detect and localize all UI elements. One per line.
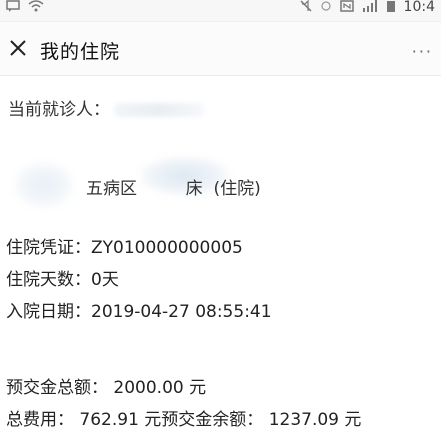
prepay-row: 预交金总额： 2000.00 元 (0, 372, 441, 404)
stay-days-value: 0天 (91, 270, 119, 290)
balance-value: 1237.09 元 (263, 410, 362, 430)
current-patient-row[interactable]: 当前就诊人： (0, 88, 441, 132)
voucher-row: 住院凭证：ZY010000000005 (0, 232, 441, 264)
mute-icon (300, 0, 312, 14)
patient-name-redacted (114, 103, 204, 117)
nav-bar: 我的住院 ··· (0, 22, 441, 76)
wifi-icon (28, 0, 44, 14)
voucher-label: 住院凭证： (6, 238, 91, 258)
battery-icon (386, 0, 396, 14)
prepay-label: 预交金总额： (6, 378, 108, 398)
stay-days-row: 住院天数：0天 (0, 264, 441, 296)
prepay-value: 2000.00 元 (108, 378, 207, 398)
ward-bed-text: 五病区 床 (住院) (86, 179, 261, 199)
admission-date-value: 2019-04-27 08:55:41 (91, 302, 272, 322)
ward-bed-row: 五病区 床 (住院) (0, 150, 441, 220)
voucher-value: ZY010000000005 (91, 238, 243, 258)
alarm-icon (320, 0, 332, 14)
fee-info: 预交金总额： 2000.00 元 总费用： 762.91 元预交金余额： 123… (0, 372, 441, 436)
balance-label: 预交金余额： (161, 410, 264, 430)
stay-days-label: 住院天数： (6, 270, 91, 290)
message-icon (6, 0, 20, 14)
status-left-icons (6, 0, 44, 14)
nfc-icon (339, 0, 354, 14)
status-time: 10:4 (403, 0, 435, 15)
redacted-blur-left (14, 162, 74, 208)
admission-date-label: 入院日期： (6, 302, 91, 322)
close-button[interactable] (6, 36, 30, 60)
total-fee-row: 总费用： 762.91 元预交金余额： 1237.09 元 (0, 404, 441, 436)
admission-date-row: 入院日期：2019-04-27 08:55:41 (0, 296, 441, 328)
status-bar: 10:4 (0, 0, 441, 22)
more-options-button[interactable]: ··· (412, 42, 433, 61)
current-patient-label: 当前就诊人： (8, 100, 110, 120)
admission-info: 住院凭证：ZY010000000005 住院天数：0天 入院日期：2019-04… (0, 232, 441, 328)
status-right-icons: 10:4 (300, 0, 435, 14)
total-fee-value: 762.91 元 (74, 410, 162, 430)
signal-icon (362, 0, 378, 14)
total-fee-label: 总费用： (6, 410, 74, 430)
close-icon (10, 40, 26, 56)
page-title: 我的住院 (40, 41, 121, 63)
